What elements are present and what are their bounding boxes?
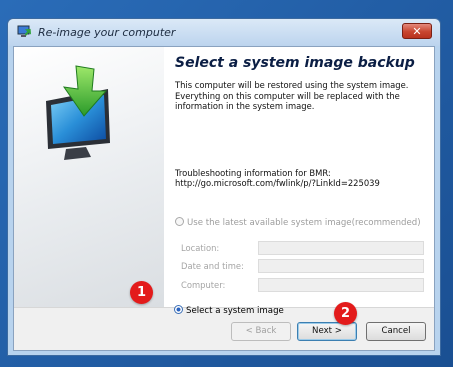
page-title: Select a system image backup [175,55,415,71]
cancel-button[interactable]: Cancel [366,322,426,341]
option-latest-image[interactable]: Use the latest available system image(re… [175,217,421,228]
step-badge-1: 1 [130,281,153,304]
description-text: This computer will be restored using the… [175,80,409,111]
monitor-restore-arrow-icon [46,65,110,160]
option-latest-label: Use the latest available system image(re… [187,218,421,228]
option-select-label: Select a system image [186,306,284,316]
step-badge-2: 2 [334,302,357,325]
option-select-image[interactable]: Select a system image [174,305,284,316]
dialog-client-area: Select a system image backup This comput… [13,46,435,351]
content-pane: Select a system image backup This comput… [164,47,434,307]
system-restore-icon [17,25,32,37]
troubleshoot-link[interactable]: http://go.microsoft.com/fwlink/p/?LinkId… [175,178,380,188]
computer-label: Computer: [181,280,226,290]
close-icon: ✕ [412,25,422,38]
title-bar[interactable]: Re-image your computer ✕ [8,19,440,46]
computer-field [258,278,424,292]
location-field [258,241,424,255]
location-label: Location: [181,243,220,253]
window-title: Re-image your computer [38,26,176,39]
date-time-field [258,259,424,273]
close-button[interactable]: ✕ [402,23,432,39]
troubleshoot-label: Troubleshooting information for BMR: [175,168,331,178]
next-button[interactable]: Next > [297,322,357,341]
date-time-label: Date and time: [181,261,244,271]
illustration-pane [14,47,164,307]
back-button[interactable]: < Back [231,322,291,341]
reimage-dialog: Re-image your computer ✕ Select a system… [7,18,441,356]
radio-select-image[interactable] [174,305,183,314]
radio-latest[interactable] [175,217,184,226]
